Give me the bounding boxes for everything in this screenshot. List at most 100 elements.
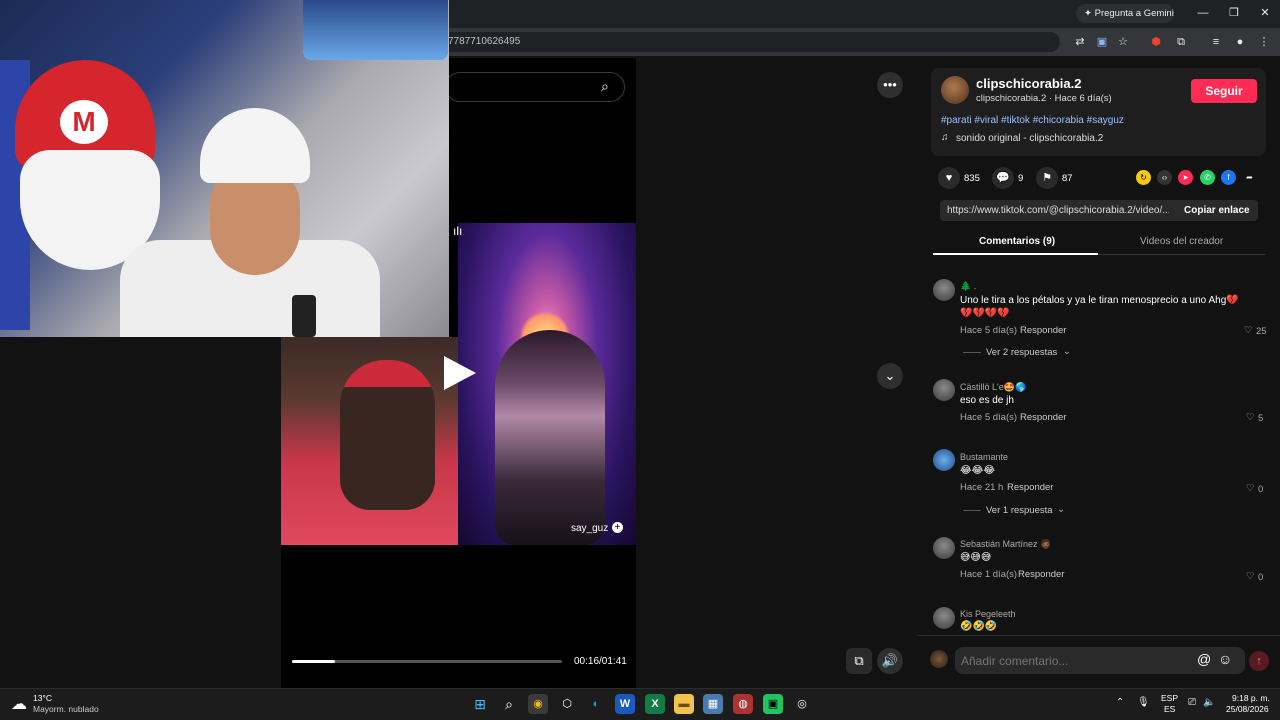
capcut-icon[interactable]: ▣ [763,694,783,714]
extension-shield-icon[interactable]: ⬢ [1146,32,1166,52]
search-bar[interactable]: ⌕ [445,72,625,102]
url-text: 7787710626495 [448,36,521,47]
search-icon[interactable]: ⌕ [499,694,519,714]
chevron-down-icon[interactable]: ⌄ [1057,504,1065,515]
comment-like-icon[interactable]: ♡ [1246,412,1255,423]
send-friends-icon[interactable]: ➤ [1178,170,1193,185]
webcam-overlay: M [0,0,449,337]
view-replies-button[interactable]: Ver 2 respuestas [986,347,1057,358]
copy-link-button[interactable]: Copiar enlace [1184,205,1250,216]
sparkle-icon: ✦ [1084,8,1095,19]
comment-avatar[interactable] [933,379,955,401]
embed-icon[interactable]: ‹› [1157,170,1172,185]
reply-button[interactable]: Responder [1007,482,1053,493]
comment-like-icon[interactable]: ♡ [1246,571,1255,582]
edge-icon[interactable]: ◐ [586,694,606,714]
language-bottom[interactable]: ES [1164,704,1175,714]
file-explorer-icon[interactable]: ▬ [674,694,694,714]
next-video-button[interactable]: ⌄ [877,363,903,389]
tab-comments[interactable]: Comentarios (9) [979,236,1055,247]
reply-button[interactable]: Responder [1020,325,1066,336]
reply-button[interactable]: Responder [1018,569,1064,580]
language-top[interactable]: ESP [1161,693,1178,703]
comment-likes: 0 [1258,572,1264,583]
search-icon[interactable]: ⌕ [601,78,609,95]
menu-kebab-icon[interactable]: ⋮ [1254,32,1274,52]
app-hexagon-icon[interactable]: ⬡ [557,694,577,714]
clock-date[interactable]: 25/08/2026 [1226,704,1269,714]
hashtags[interactable]: #parati #viral #tiktok #chicorabia #sayg… [941,115,1124,126]
follow-button[interactable]: Seguir [1191,79,1257,103]
comment-time: Hace 5 día(s) [960,412,1018,423]
heart-icon[interactable]: ♥ [938,167,960,189]
chrome-icon[interactable]: ◉ [528,694,548,714]
chevron-down-icon[interactable]: ⌄ [1063,346,1071,357]
bookmark-icon[interactable]: ⚑ [1036,167,1058,189]
game-app-icon[interactable]: ◍ [733,694,753,714]
more-options-button[interactable]: ••• [877,72,903,98]
comment-avatar[interactable] [933,537,955,559]
author-avatar[interactable] [941,76,969,104]
comment-like-icon[interactable]: ♡ [1244,325,1253,336]
comment-time: Hace 5 día(s) [960,325,1018,336]
share-arrow-icon[interactable]: ➦ [1242,170,1257,185]
cast-icon[interactable]: ▣ [1092,32,1112,52]
comment-username[interactable]: Cästillö L'e🤩🌎 [960,382,1026,393]
add-follow-icon[interactable]: + [612,522,623,533]
mention-icon[interactable]: @ [1197,651,1211,667]
comment-username[interactable]: Bustamante [960,452,1008,462]
volume-button[interactable]: 🔊 [877,648,903,674]
music-note-icon: ♫ [941,132,949,143]
comment-username[interactable]: 🌲 . [960,281,976,292]
volume-icon[interactable]: 🔈 [1203,697,1215,708]
profile-avatar-icon[interactable]: ● [1230,32,1250,52]
progress-track[interactable] [292,660,562,663]
author-subline: clipschicorabia.2 · Hace 6 día(s) [976,93,1112,104]
restore-button[interactable]: ❐ [1219,4,1249,22]
comment-like-icon[interactable]: ♡ [1246,483,1255,494]
bookmark-star-icon[interactable]: ☆ [1113,32,1133,52]
app-window-icon[interactable]: ▦ [703,694,723,714]
view-replies-button[interactable]: Ver 1 respuesta [986,505,1053,516]
whatsapp-icon[interactable]: ✆ [1200,170,1215,185]
share-link[interactable]: https://www.tiktok.com/@clipschicorabia.… [947,205,1169,216]
comment-likes: 0 [1258,484,1264,495]
obs-icon[interactable]: ◎ [792,694,812,714]
clock-time[interactable]: 9:18 p. m. [1232,693,1270,703]
facebook-icon[interactable]: f [1221,170,1236,185]
start-windows-icon[interactable]: ⊞ [470,694,490,714]
saves-count: 87 [1062,173,1073,184]
sound-name[interactable]: sonido original - clipschicorabia.2 [956,133,1103,144]
tab-creator-videos[interactable]: Videos del creador [1140,236,1223,247]
reply-button[interactable]: Responder [1020,412,1066,423]
repost-icon[interactable]: ↻ [1136,170,1151,185]
author-username[interactable]: clipschicorabia.2 [976,76,1082,91]
gemini-button[interactable]: ✦ Pregunta a Gemini [1076,4,1174,23]
comment-username[interactable]: Kis Pegeleeth [960,609,1016,619]
comment-text: 😅😅😅 [960,552,992,563]
comment-avatar[interactable] [933,279,955,301]
tab-search-icon[interactable]: ≡ [1206,32,1226,52]
close-window-button[interactable]: ✕ [1250,4,1280,22]
network-icon[interactable]: ⎚ [1188,697,1196,708]
comment-avatar[interactable] [933,607,955,629]
comment-icon[interactable]: 💬 [992,167,1014,189]
comment-username[interactable]: Sebastián Martínez 🧔🏾 [960,539,1051,550]
translate-icon[interactable]: ⇄ [1070,32,1090,52]
microphone [292,295,316,337]
excel-icon[interactable]: X [645,694,665,714]
weather-desc: Mayorm. nublado [33,704,99,714]
extensions-puzzle-icon[interactable]: ⧉ [1171,32,1191,52]
replies-line [963,352,981,353]
pip-button[interactable]: ⧉ [846,648,872,674]
microphone-icon[interactable]: 🎙 [1137,697,1150,708]
word-icon[interactable]: W [615,694,635,714]
minimize-button[interactable]: — [1188,4,1218,22]
play-icon[interactable] [444,356,476,390]
weather-cloud-icon[interactable]: ☁ [11,694,27,714]
send-comment-button[interactable]: ↑ [1249,651,1269,671]
emoji-icon[interactable]: ☺ [1218,651,1232,667]
chevron-up-icon[interactable]: ⌃ [1116,697,1124,708]
comment-avatar[interactable] [933,449,955,471]
address-bar[interactable]: 7787710626495 [420,32,1060,52]
